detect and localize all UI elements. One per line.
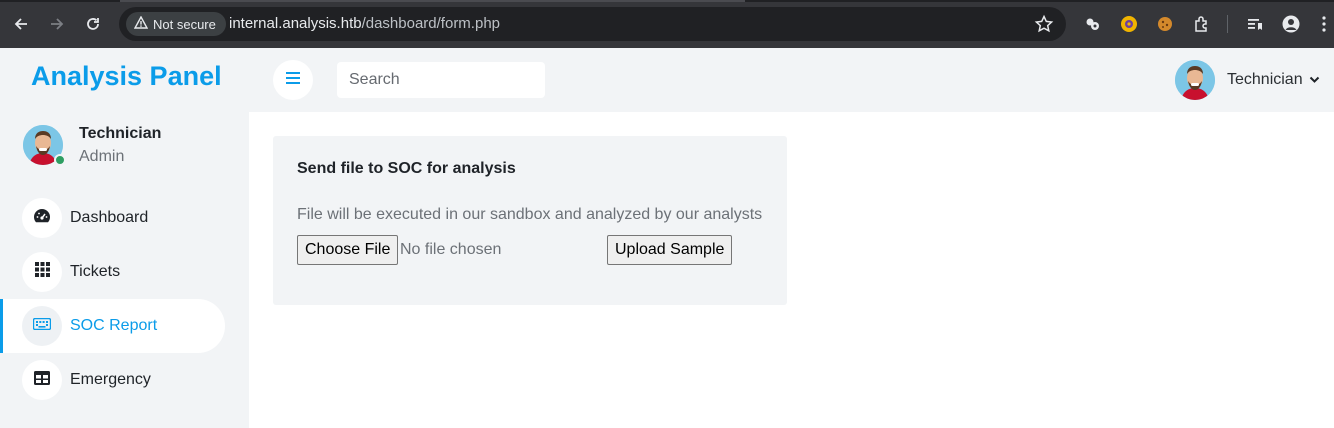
toolbar-divider xyxy=(1227,15,1228,33)
browser-toolbar: Not secure internal.analysis.htb/dashboa… xyxy=(0,0,1334,48)
hamburger-menu-button[interactable] xyxy=(273,60,313,100)
sidebar-item-tickets[interactable]: Tickets xyxy=(0,245,249,299)
profile-role: Admin xyxy=(79,148,125,165)
warning-triangle-icon xyxy=(133,15,149,32)
upload-sample-button[interactable]: Upload Sample xyxy=(607,235,733,265)
sidebar-item-label: Dashboard xyxy=(70,209,149,226)
hamburger-icon xyxy=(286,71,300,89)
user-name: Technician xyxy=(1227,71,1303,88)
cookie-icon[interactable] xyxy=(1153,12,1177,36)
extension-cloud-icon[interactable] xyxy=(1081,12,1105,36)
bookmark-star-icon[interactable] xyxy=(1034,14,1054,39)
reload-icon[interactable] xyxy=(81,12,105,36)
extensions-puzzle-icon[interactable] xyxy=(1190,12,1214,36)
address-bar[interactable]: Not secure internal.analysis.htb/dashboa… xyxy=(119,7,1066,41)
upload-card: Send file to SOC for analysis File will … xyxy=(273,136,787,305)
url-path: /dashboard/form.php xyxy=(361,15,500,32)
app-header: Analysis Panel Technician xyxy=(0,48,1334,112)
sidebar-item-emergency[interactable]: Emergency xyxy=(0,353,249,407)
card-description: File will be executed in our sandbox and… xyxy=(297,206,763,223)
sidebar-item-label: Tickets xyxy=(70,263,121,280)
search-input[interactable] xyxy=(337,62,545,98)
sidebar-item-soc-report[interactable]: SOC Report xyxy=(0,299,225,353)
security-indicator[interactable]: Not secure xyxy=(126,12,226,36)
sidebar-item-dashboard[interactable]: Dashboard xyxy=(0,191,249,245)
choose-file-button[interactable]: Choose File xyxy=(297,235,399,265)
sidebar: Technician Admin Dashboard Tickets SOC R… xyxy=(0,112,249,428)
url-host: internal.analysis.htb xyxy=(229,15,362,32)
dashboard-gauge-icon xyxy=(33,208,51,229)
profile-icon[interactable] xyxy=(1279,12,1303,36)
sidebar-profile: Technician Admin xyxy=(23,125,161,166)
back-icon[interactable] xyxy=(9,12,33,36)
reading-list-icon[interactable] xyxy=(1243,12,1267,36)
sidebar-item-label: Emergency xyxy=(70,371,151,388)
active-tab-edge xyxy=(120,0,745,2)
profile-name: Technician xyxy=(79,125,162,142)
security-label: Not secure xyxy=(153,16,216,32)
more-menu-icon[interactable] xyxy=(1312,12,1334,36)
chevron-down-icon xyxy=(1309,71,1320,89)
extension-wappalyzer-icon[interactable] xyxy=(1117,12,1141,36)
keyboard-icon xyxy=(32,317,52,335)
sidebar-nav: Dashboard Tickets SOC Report Emergency xyxy=(0,191,249,407)
forward-icon[interactable] xyxy=(45,12,69,36)
user-menu[interactable]: Technician xyxy=(1175,60,1320,100)
online-status-dot xyxy=(54,154,66,166)
avatar xyxy=(1175,60,1215,100)
file-status-text: No file chosen xyxy=(400,241,502,258)
card-title: Send file to SOC for analysis xyxy=(297,160,516,177)
url-text[interactable]: internal.analysis.htb/dashboard/form.php xyxy=(229,15,500,32)
grid-icon xyxy=(34,262,50,282)
brand-title[interactable]: Analysis Panel xyxy=(31,61,222,92)
sidebar-item-label: SOC Report xyxy=(70,317,158,334)
table-icon xyxy=(34,370,50,390)
